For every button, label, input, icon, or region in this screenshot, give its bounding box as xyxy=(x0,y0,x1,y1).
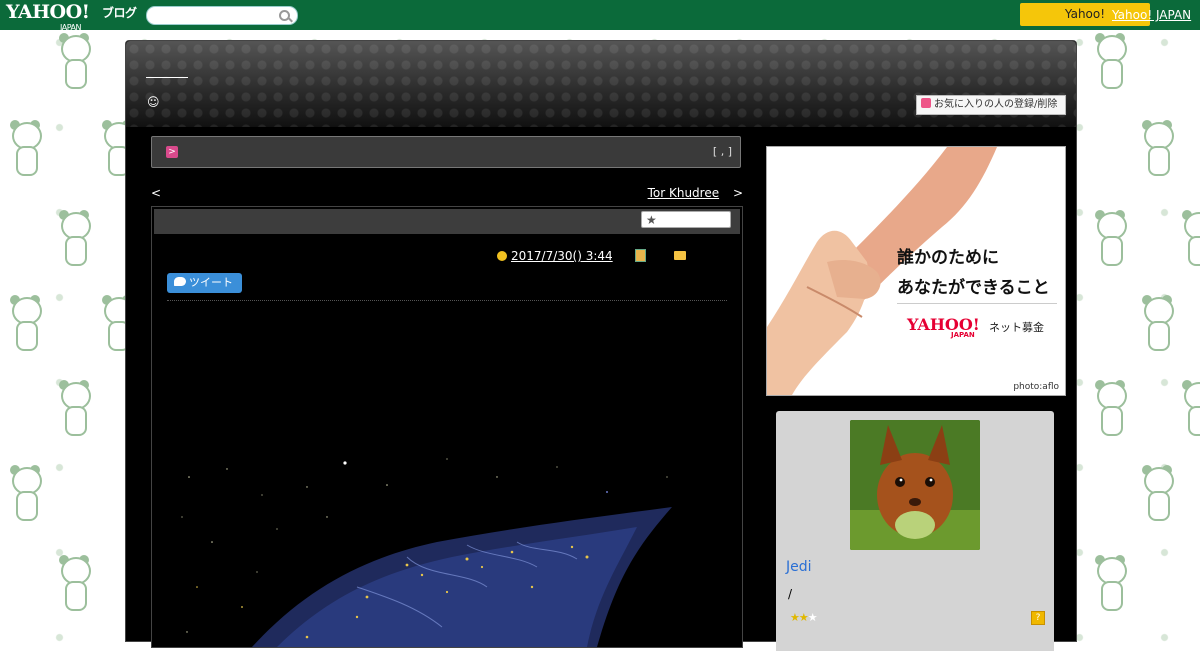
arrow-right-icon[interactable]: > xyxy=(166,146,178,158)
category-count: [ , ] xyxy=(712,145,732,158)
yahoo-logo: YAHOO! JAPAN xyxy=(907,315,980,339)
prev-article-nav: < xyxy=(151,186,175,200)
post-container: ★ 2017/7/30() 3:44 ツイート xyxy=(151,206,743,648)
panda-decoration xyxy=(1093,210,1127,270)
ad-headline-2: あなたができること xyxy=(897,278,1050,298)
panda-decoration xyxy=(1180,380,1200,440)
post-title-bar: ★ xyxy=(154,209,740,234)
panda-decoration xyxy=(8,120,42,180)
rating-stars-empty: ★ xyxy=(807,611,818,624)
panda-decoration xyxy=(1140,120,1174,180)
ad-headline-1: 誰かのために xyxy=(897,248,999,268)
search-input[interactable] xyxy=(146,6,298,25)
post-divider xyxy=(167,300,727,301)
ad-divider xyxy=(897,303,1057,304)
panda-decoration xyxy=(1093,555,1127,615)
next-article-link[interactable]: Tor Khudree xyxy=(648,186,720,200)
post-category-link[interactable] xyxy=(690,250,704,262)
star-icon: ★ xyxy=(646,213,657,227)
ad-photo-credit: photo:aflo xyxy=(1013,382,1059,392)
prev-article-link[interactable] xyxy=(165,187,175,199)
yahoo-japan-link[interactable]: Yahoo! JAPAN xyxy=(1112,8,1191,22)
next-symbol: > xyxy=(732,186,743,200)
category-bar: > [ , ] xyxy=(151,136,741,168)
panda-decoration xyxy=(1140,465,1174,525)
squirrel-image xyxy=(850,420,980,550)
tweet-label: ツイート xyxy=(189,276,233,289)
help-icon[interactable]: ? xyxy=(1031,611,1045,625)
book-icon[interactable] xyxy=(634,249,646,262)
favorite-register-button[interactable]: お気に入りの人の登録/削除 xyxy=(916,95,1066,115)
heart-icon xyxy=(921,98,931,108)
blog-title[interactable] xyxy=(146,65,188,78)
blog-header: ☺ お気に入りの人の登録/削除 xyxy=(126,41,1076,127)
top-bar: YAHOO! JAPAN ブログ Yahoo! Yahoo! JAPAN xyxy=(0,0,1200,33)
panda-decoration xyxy=(8,465,42,525)
panda-decoration xyxy=(57,33,91,93)
panda-decoration xyxy=(57,210,91,270)
next-article-nav: Tor Khudree > xyxy=(648,186,743,200)
rating-stars: ★★★ xyxy=(790,611,818,624)
avatar[interactable] xyxy=(850,420,980,550)
panda-decoration xyxy=(57,555,91,615)
profile-subtext: / xyxy=(788,587,793,601)
blog-frame: ☺ お気に入りの人の登録/削除 > [ , ] < Tor Khudree > … xyxy=(125,40,1077,651)
favorite-star-button[interactable]: ★ xyxy=(641,211,731,228)
ad-logo-sub: JAPAN xyxy=(951,331,975,339)
charity-ad-banner[interactable]: 誰かのために あなたができること YAHOO! JAPAN ネット募金 photo… xyxy=(766,146,1066,396)
clock-icon xyxy=(497,251,507,261)
handshake-image xyxy=(767,147,997,395)
rating-stars-filled: ★★ xyxy=(790,611,809,624)
post-meta: 2017/7/30() 3:44 xyxy=(497,249,704,263)
logo-sub-text: JAPAN xyxy=(60,23,81,32)
tweet-button[interactable]: ツイート xyxy=(167,273,242,293)
folder-icon xyxy=(673,251,686,260)
panda-decoration xyxy=(1093,380,1127,440)
favorite-register-label: お気に入りの人の登録/削除 xyxy=(934,99,1058,110)
yahoo-blog-logo[interactable]: YAHOO! JAPAN ブログ xyxy=(6,3,137,33)
night-photo-image xyxy=(167,447,727,647)
profile-name-link[interactable]: Jedi xyxy=(786,559,812,575)
ad-service-name: ネット募金 xyxy=(989,321,1044,334)
panda-decoration xyxy=(1180,210,1200,270)
post-date-link[interactable]: 2017/7/30() 3:44 xyxy=(511,249,613,263)
panda-decoration xyxy=(1140,295,1174,355)
search-icon[interactable] xyxy=(279,10,290,21)
panda-decoration xyxy=(8,295,42,355)
twitter-bird-icon xyxy=(174,277,186,286)
panda-decoration xyxy=(57,380,91,440)
panda-decoration xyxy=(1093,33,1127,93)
smiley-icon: ☺ xyxy=(147,95,160,109)
prev-symbol: < xyxy=(151,186,162,200)
profile-box: Jedi / ★★★ ? xyxy=(776,411,1054,651)
